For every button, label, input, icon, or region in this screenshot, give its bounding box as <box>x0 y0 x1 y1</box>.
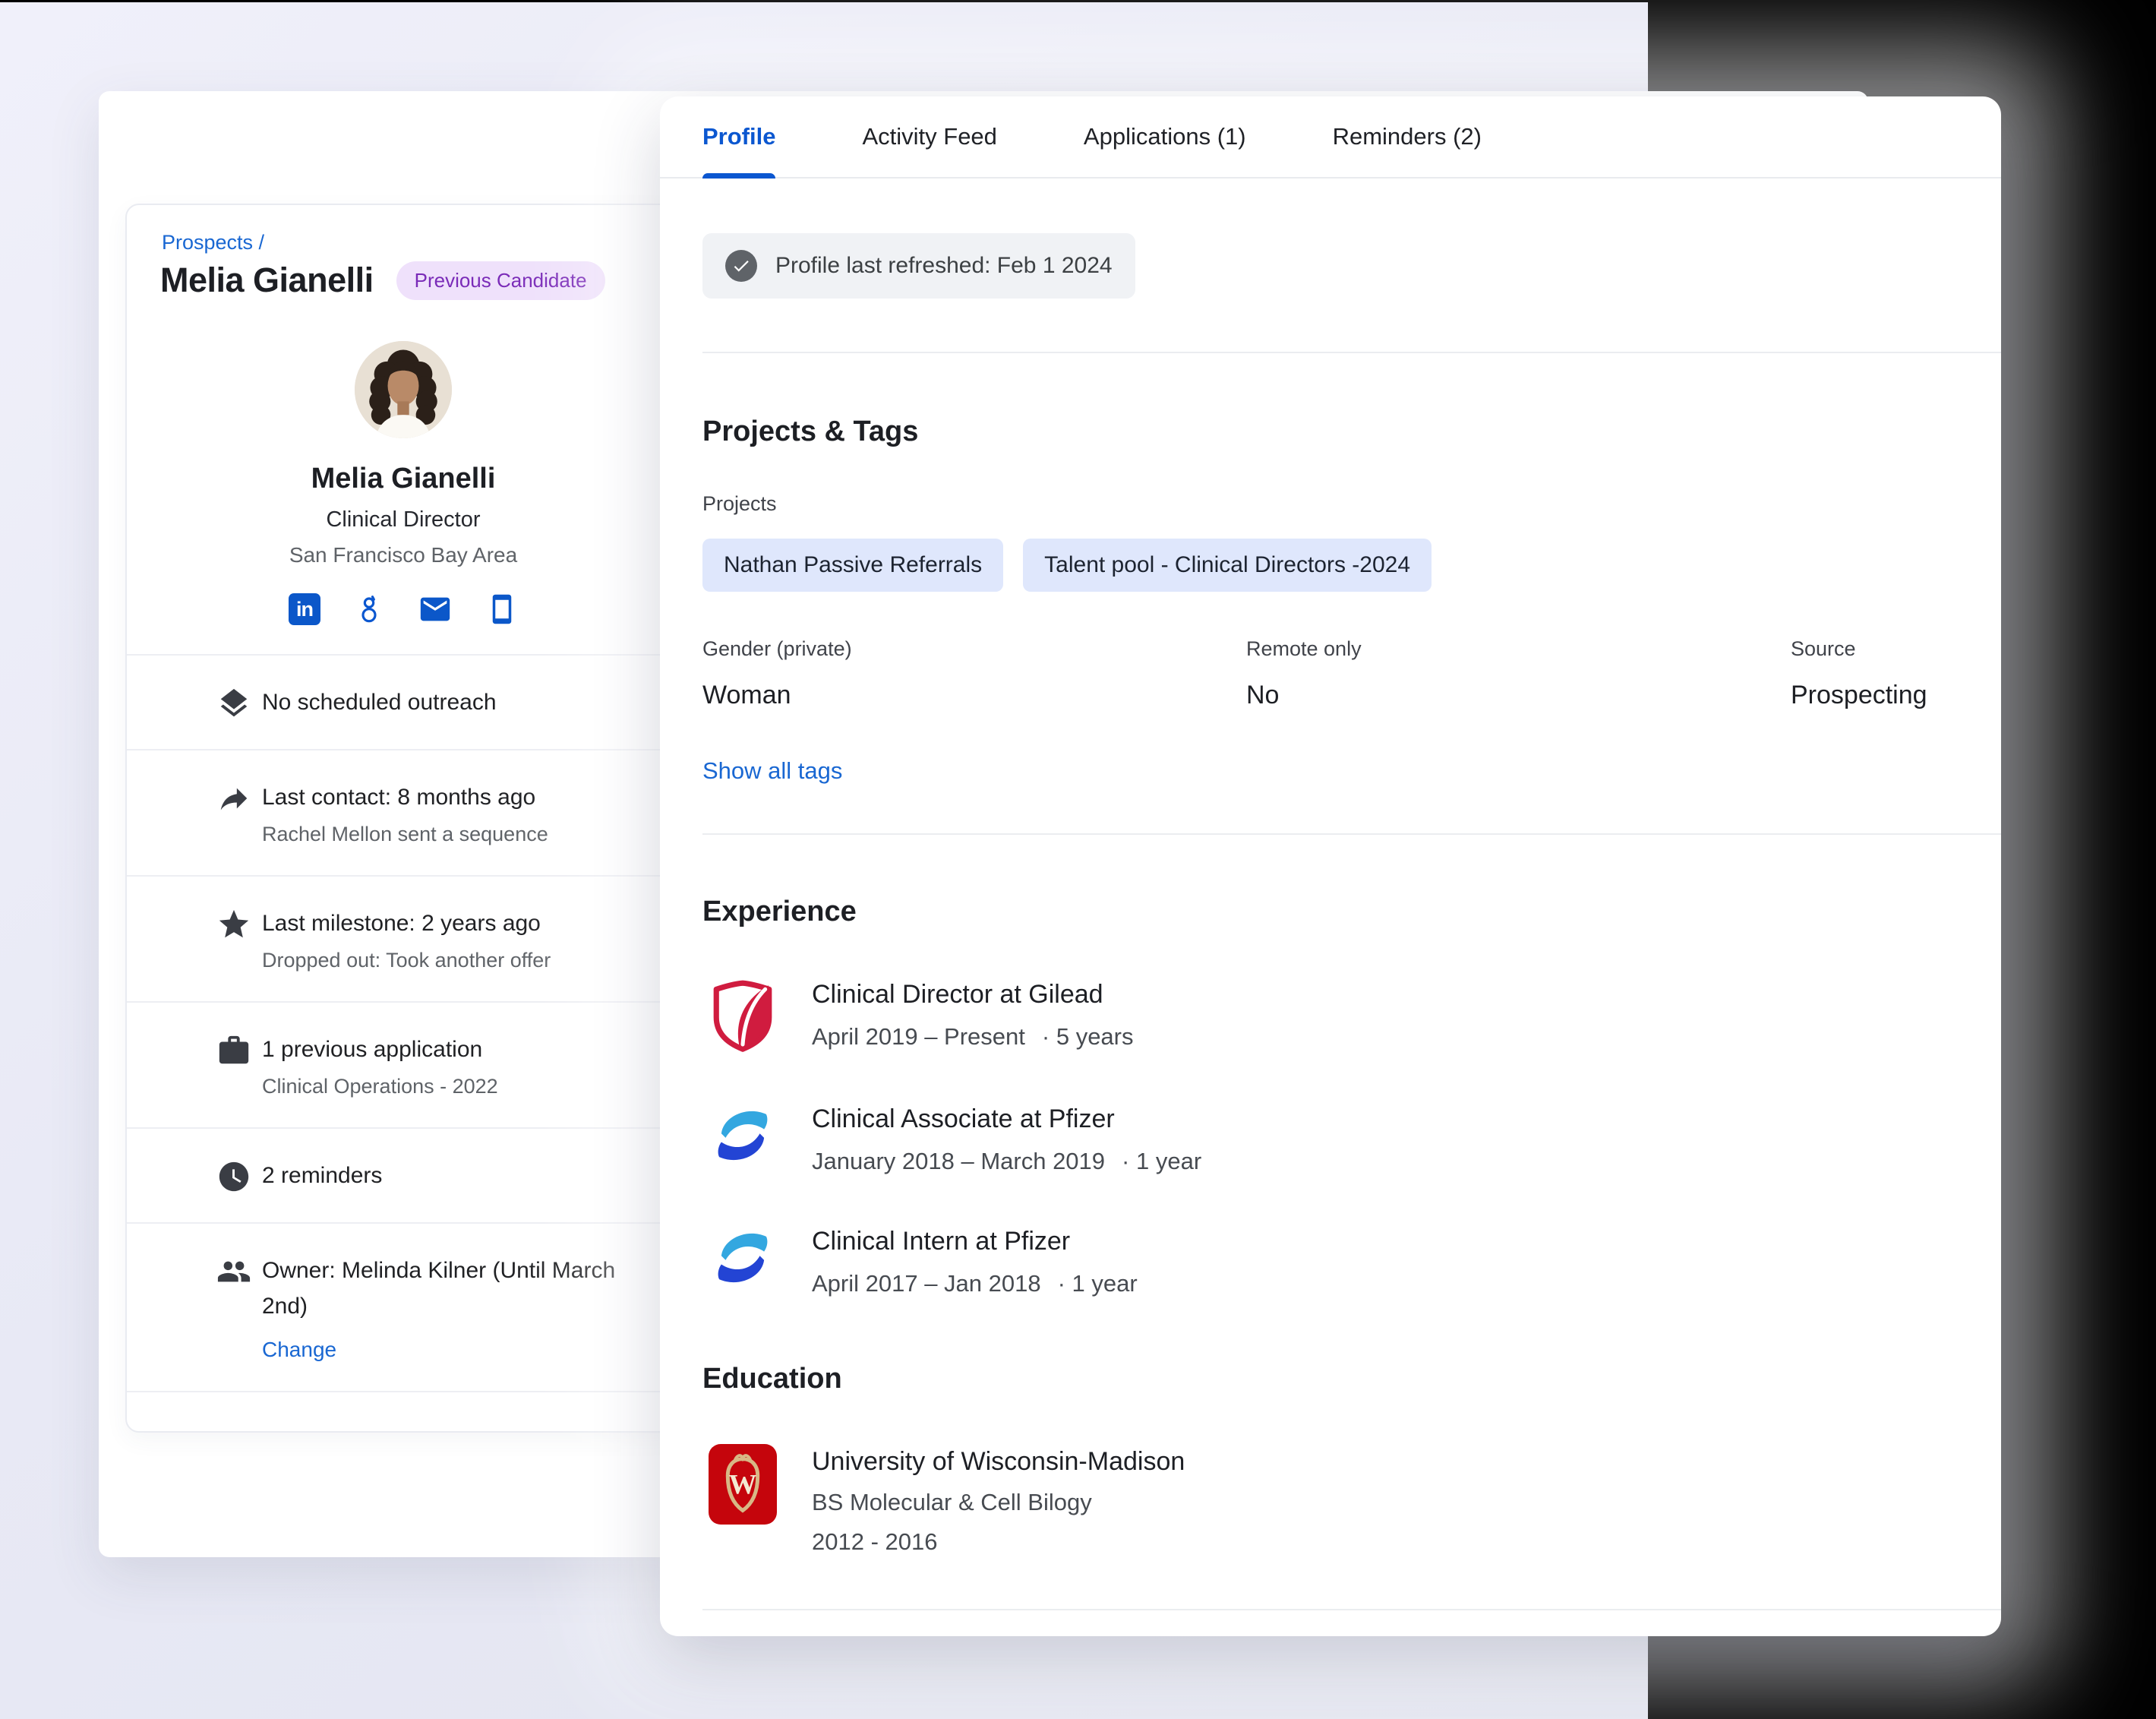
experience-item: Clinical Director at Gilead April 2019 –… <box>702 977 1959 1053</box>
candidate-location: San Francisco Bay Area <box>127 543 680 567</box>
tab-applications[interactable]: Applications (1) <box>1084 96 1246 177</box>
field-source: Source Prospecting <box>1791 637 1959 710</box>
page-title: Melia Gianelli <box>160 261 374 300</box>
field-value: Prospecting <box>1791 681 1959 710</box>
experience-range: January 2018 – March 2019 <box>812 1148 1105 1175</box>
list-item-outreach: No scheduled outreach <box>127 654 680 749</box>
email-icon[interactable] <box>418 592 453 627</box>
profile-refreshed-pill: Profile last refreshed: Feb 1 2024 <box>702 233 1135 299</box>
tab-activity-feed[interactable]: Activity Feed <box>862 96 996 177</box>
experience-item: Clinical Intern at Pfizer April 2017 – J… <box>702 1224 1959 1297</box>
briefcase-icon <box>216 1033 251 1068</box>
divider <box>702 352 2001 353</box>
experience-item: Clinical Associate at Pfizer January 201… <box>702 1101 1959 1175</box>
list-item-reminders: 2 reminders <box>127 1127 680 1222</box>
last-contact-subtext: Rachel Mellon sent a sequence <box>262 823 637 846</box>
forward-arrow-icon <box>216 781 251 816</box>
experience-range: April 2017 – Jan 2018 <box>812 1270 1041 1297</box>
education-item: W University of Wisconsin-Madison BS Mol… <box>702 1444 1959 1556</box>
svg-text:W: W <box>729 1470 757 1501</box>
experience-title: Clinical Associate at Pfizer <box>812 1104 1201 1134</box>
social-links: in <box>127 592 680 627</box>
field-label: Gender (private) <box>702 637 1246 661</box>
tab-profile[interactable]: Profile <box>702 96 775 177</box>
last-contact-text: Last contact: 8 months ago <box>262 779 627 815</box>
field-gender: Gender (private) Woman <box>702 637 1246 710</box>
profile-content: Profile last refreshed: Feb 1 2024 Proje… <box>660 179 2001 1610</box>
experience-heading: Experience <box>702 896 1959 928</box>
change-owner-link[interactable]: Change <box>262 1338 336 1362</box>
experience-title: Clinical Intern at Pfizer <box>812 1227 1138 1256</box>
experience-duration: · 1 year <box>1122 1148 1201 1175</box>
candidate-name: Melia Gianelli <box>127 463 680 495</box>
field-label: Remote only <box>1246 637 1791 661</box>
project-chips: Nathan Passive Referrals Talent pool - C… <box>702 539 1959 592</box>
show-all-tags-link[interactable]: Show all tags <box>702 757 842 785</box>
clock-icon <box>216 1159 251 1194</box>
owner-text: Owner: Melinda Kilner (Until March 2nd) <box>262 1253 627 1324</box>
linkedin-icon[interactable]: in <box>289 593 320 625</box>
layers-icon <box>216 686 251 721</box>
education-degree: BS Molecular & Cell Bilogy <box>812 1489 1185 1516</box>
phone-icon[interactable] <box>486 593 518 625</box>
candidate-role: Clinical Director <box>127 507 680 532</box>
breadcrumb[interactable]: Prospects / <box>162 231 680 254</box>
candidate-summary-card: Prospects / Melia Gianelli Previous Cand… <box>125 204 681 1433</box>
list-item-owner: Owner: Melinda Kilner (Until March 2nd) … <box>127 1222 680 1391</box>
top-edge <box>0 0 2156 2</box>
previous-candidate-badge: Previous Candidate <box>396 261 605 300</box>
avatar <box>355 341 452 438</box>
pfizer-logo <box>709 1101 777 1170</box>
divider <box>702 833 2001 835</box>
project-chip[interactable]: Nathan Passive Referrals <box>702 539 1003 592</box>
previous-application-subtext: Clinical Operations - 2022 <box>262 1075 637 1098</box>
previous-application-text: 1 previous application <box>262 1032 627 1067</box>
tab-bar: Profile Activity Feed Applications (1) R… <box>660 96 2001 179</box>
avatar-illustration <box>355 341 452 438</box>
screen: Prospects / Melia Gianelli Previous Cand… <box>0 0 2156 1719</box>
experience-title: Clinical Director at Gilead <box>812 980 1134 1010</box>
reminders-text: 2 reminders <box>262 1158 627 1193</box>
tab-reminders[interactable]: Reminders (2) <box>1333 96 1482 177</box>
education-dates: 2012 - 2016 <box>812 1528 1185 1556</box>
experience-dates: April 2019 – Present · 5 years <box>812 1023 1134 1051</box>
education-heading: Education <box>702 1363 1959 1395</box>
check-circle-icon <box>725 250 757 282</box>
project-chip[interactable]: Talent pool - Clinical Directors -2024 <box>1023 539 1432 592</box>
last-milestone-subtext: Dropped out: Took another offer <box>262 949 637 972</box>
list-item-last-contact: Last contact: 8 months ago Rachel Mellon… <box>127 749 680 875</box>
field-label: Source <box>1791 637 1959 661</box>
list-item-last-milestone: Last milestone: 2 years ago Dropped out:… <box>127 875 680 1001</box>
outreach-text: No scheduled outreach <box>262 684 627 720</box>
projects-label: Projects <box>702 492 1959 516</box>
gem-profile-icon[interactable] <box>354 592 384 627</box>
star-icon <box>216 907 251 942</box>
pfizer-logo <box>709 1224 777 1292</box>
divider <box>702 1609 2001 1610</box>
projects-tags-heading: Projects & Tags <box>702 416 1959 448</box>
card-bottom-divider <box>127 1391 680 1415</box>
tag-fields: Gender (private) Woman Remote only No So… <box>702 637 1959 710</box>
gilead-logo <box>709 977 777 1053</box>
experience-dates: January 2018 – March 2019 · 1 year <box>812 1148 1201 1175</box>
profile-panel: Profile Activity Feed Applications (1) R… <box>660 96 2001 1636</box>
uw-madison-logo: W <box>709 1444 777 1525</box>
experience-duration: · 1 year <box>1058 1270 1138 1297</box>
experience-range: April 2019 – Present <box>812 1023 1025 1051</box>
field-remote-only: Remote only No <box>1246 637 1791 710</box>
field-value: No <box>1246 681 1791 710</box>
people-icon <box>216 1254 251 1289</box>
education-school: University of Wisconsin-Madison <box>812 1447 1185 1477</box>
experience-dates: April 2017 – Jan 2018 · 1 year <box>812 1270 1138 1297</box>
list-item-previous-application: 1 previous application Clinical Operatio… <box>127 1001 680 1127</box>
experience-duration: · 5 years <box>1042 1023 1134 1051</box>
profile-refreshed-text: Profile last refreshed: Feb 1 2024 <box>775 253 1113 279</box>
last-milestone-text: Last milestone: 2 years ago <box>262 905 627 941</box>
field-value: Woman <box>702 681 1246 710</box>
